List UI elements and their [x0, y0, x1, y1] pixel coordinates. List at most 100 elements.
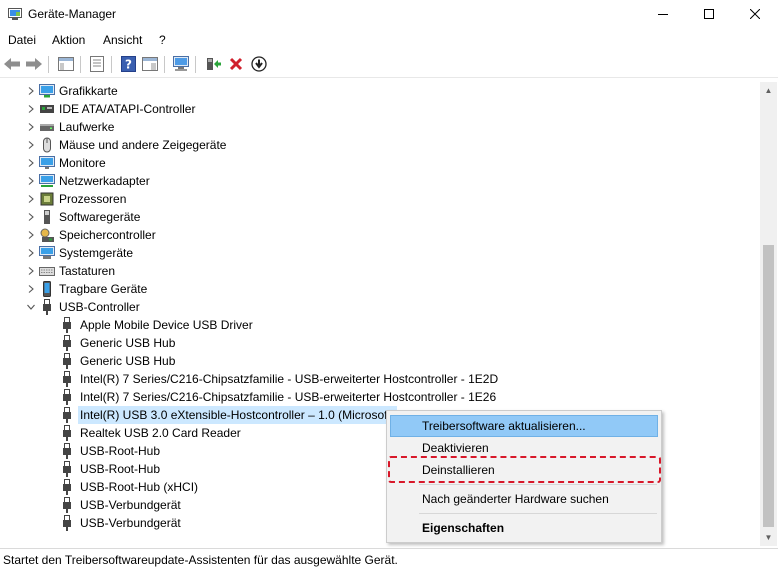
tree-category-tragbare-geraete[interactable]: Tragbare Geräte	[24, 280, 147, 298]
minimize-button[interactable]	[640, 0, 686, 30]
properties-button[interactable]	[87, 55, 107, 75]
device-label: Generic USB Hub	[80, 336, 176, 350]
tree-category-prozessoren[interactable]: Prozessoren	[24, 190, 126, 208]
tree-device-item[interactable]: Generic USB Hub	[60, 334, 175, 352]
mouse-icon	[38, 137, 56, 153]
toolbar-separator	[111, 56, 112, 73]
category-label: Laufwerke	[59, 120, 115, 134]
minimize-icon	[658, 8, 668, 22]
chevron-right-icon[interactable]	[24, 226, 38, 244]
scroll-down-arrow-icon[interactable]: ▼	[760, 529, 777, 546]
chevron-right-icon[interactable]	[24, 172, 38, 190]
chevron-right-icon[interactable]	[24, 136, 38, 154]
close-icon	[749, 8, 761, 22]
chevron-down-icon[interactable]	[24, 298, 38, 316]
tree-device-item[interactable]: Intel(R) 7 Series/C216-Chipsatzfamilie -…	[60, 370, 498, 388]
tree-device-item[interactable]: USB-Verbundgerät	[60, 496, 181, 514]
chevron-right-icon[interactable]	[24, 82, 38, 100]
category-label: Netzwerkadapter	[59, 174, 150, 188]
tree-device-item[interactable]: USB-Root-Hub (xHCI)	[60, 478, 198, 496]
maximize-button[interactable]	[686, 0, 732, 30]
software-device-icon	[38, 209, 56, 225]
action-pane-button[interactable]	[140, 55, 160, 75]
tree-device-item[interactable]: Realtek USB 2.0 Card Reader	[60, 424, 241, 442]
close-button[interactable]	[732, 0, 778, 30]
category-label: Softwaregeräte	[59, 210, 141, 224]
menu-item-properties[interactable]: Eigenschaften	[390, 517, 658, 539]
menu-help[interactable]: ?	[159, 33, 166, 47]
show-hide-tree-button[interactable]	[56, 55, 76, 75]
svg-text:?: ?	[125, 57, 132, 71]
tree-category-softwaregeraete[interactable]: Softwaregeräte	[24, 208, 140, 226]
tree-category-maeuse[interactable]: Mäuse und andere Zeigegeräte	[24, 136, 226, 154]
usb-device-icon	[60, 389, 74, 405]
usb-device-icon	[60, 335, 74, 351]
chevron-right-icon[interactable]	[24, 262, 38, 280]
menu-separator	[419, 513, 657, 514]
tree-device-item[interactable]: USB-Root-Hub	[60, 442, 160, 460]
tree-category-tastaturen[interactable]: Tastaturen	[24, 262, 115, 280]
portable-device-icon	[38, 281, 56, 297]
disable-device-button[interactable]	[249, 55, 269, 75]
vertical-scrollbar[interactable]: ▲ ▼	[760, 82, 777, 546]
chevron-right-icon[interactable]	[24, 118, 38, 136]
chevron-right-icon[interactable]	[24, 190, 38, 208]
tree-device-item-selected[interactable]: Intel(R) USB 3.0 eXtensible-Hostcontroll…	[60, 406, 397, 424]
menu-ansicht[interactable]: Ansicht	[103, 33, 142, 47]
menu-bar: Datei Aktion Ansicht ?	[0, 30, 778, 50]
scroll-up-arrow-icon[interactable]: ▲	[760, 82, 777, 99]
forward-button[interactable]	[24, 55, 44, 75]
help-button[interactable]: ?	[118, 55, 138, 75]
window-title: Geräte-Manager	[28, 7, 117, 21]
toolbar-separator	[48, 56, 49, 73]
storage-controller-icon	[38, 227, 56, 243]
tree-device-item[interactable]: Apple Mobile Device USB Driver	[60, 316, 253, 334]
tree-device-item[interactable]: Generic USB Hub	[60, 352, 175, 370]
scrollbar-thumb[interactable]	[763, 245, 774, 527]
status-text: Startet den Treibersoftwareupdate-Assist…	[3, 553, 398, 567]
processor-icon	[38, 191, 56, 207]
chevron-right-icon[interactable]	[24, 244, 38, 262]
tree-device-item[interactable]: Intel(R) 7 Series/C216-Chipsatzfamilie -…	[60, 388, 496, 406]
usb-device-icon	[60, 317, 74, 333]
device-label: Intel(R) 7 Series/C216-Chipsatzfamilie -…	[80, 390, 497, 404]
update-driver-button[interactable]	[203, 55, 223, 75]
device-label: Intel(R) 7 Series/C216-Chipsatzfamilie -…	[80, 372, 499, 386]
menu-item-scan-hardware[interactable]: Nach geänderter Hardware suchen	[390, 488, 658, 510]
usb-device-icon	[60, 407, 74, 423]
status-bar: Startet den Treibersoftwareupdate-Assist…	[0, 548, 778, 568]
tree-category-speichercontroller[interactable]: Speichercontroller	[24, 226, 156, 244]
tree-category-ide-controller[interactable]: IDE ATA/ATAPI-Controller	[24, 100, 195, 118]
device-label: USB-Root-Hub	[80, 444, 161, 458]
tree-category-grafikkarte[interactable]: Grafikkarte	[24, 82, 118, 100]
menu-item-update-driver[interactable]: Treibersoftware aktualisieren...	[390, 415, 658, 437]
update-driver-icon	[205, 56, 221, 75]
disk-drive-icon	[38, 119, 56, 135]
back-button[interactable]	[2, 55, 22, 75]
uninstall-device-button[interactable]	[226, 55, 246, 75]
menu-datei[interactable]: Datei	[8, 33, 36, 47]
chevron-right-icon[interactable]	[24, 208, 38, 226]
menu-separator	[419, 484, 657, 485]
device-label: USB-Root-Hub (xHCI)	[80, 480, 199, 494]
toolbar-separator	[164, 56, 165, 73]
device-label: Intel(R) USB 3.0 eXtensible-Hostcontroll…	[78, 406, 397, 424]
chevron-right-icon[interactable]	[24, 280, 38, 298]
maximize-icon	[704, 8, 714, 22]
tree-category-netzwerkadapter[interactable]: Netzwerkadapter	[24, 172, 150, 190]
tree-category-monitore[interactable]: Monitore	[24, 154, 106, 172]
usb-device-icon	[60, 425, 74, 441]
device-label: Generic USB Hub	[80, 354, 176, 368]
tree-category-systemgeraete[interactable]: Systemgeräte	[24, 244, 133, 262]
tree-device-item[interactable]: USB-Verbundgerät	[60, 514, 181, 532]
tree-category-laufwerke[interactable]: Laufwerke	[24, 118, 114, 136]
chevron-right-icon[interactable]	[24, 100, 38, 118]
network-adapter-icon	[38, 173, 56, 189]
tree-category-usb-controller[interactable]: USB-Controller	[24, 298, 140, 316]
scan-hardware-button[interactable]	[171, 55, 191, 75]
chevron-right-icon[interactable]	[24, 154, 38, 172]
usb-device-icon	[60, 353, 74, 369]
tree-device-item[interactable]: USB-Root-Hub	[60, 460, 160, 478]
menu-aktion[interactable]: Aktion	[52, 33, 85, 47]
properties-icon	[90, 55, 104, 75]
